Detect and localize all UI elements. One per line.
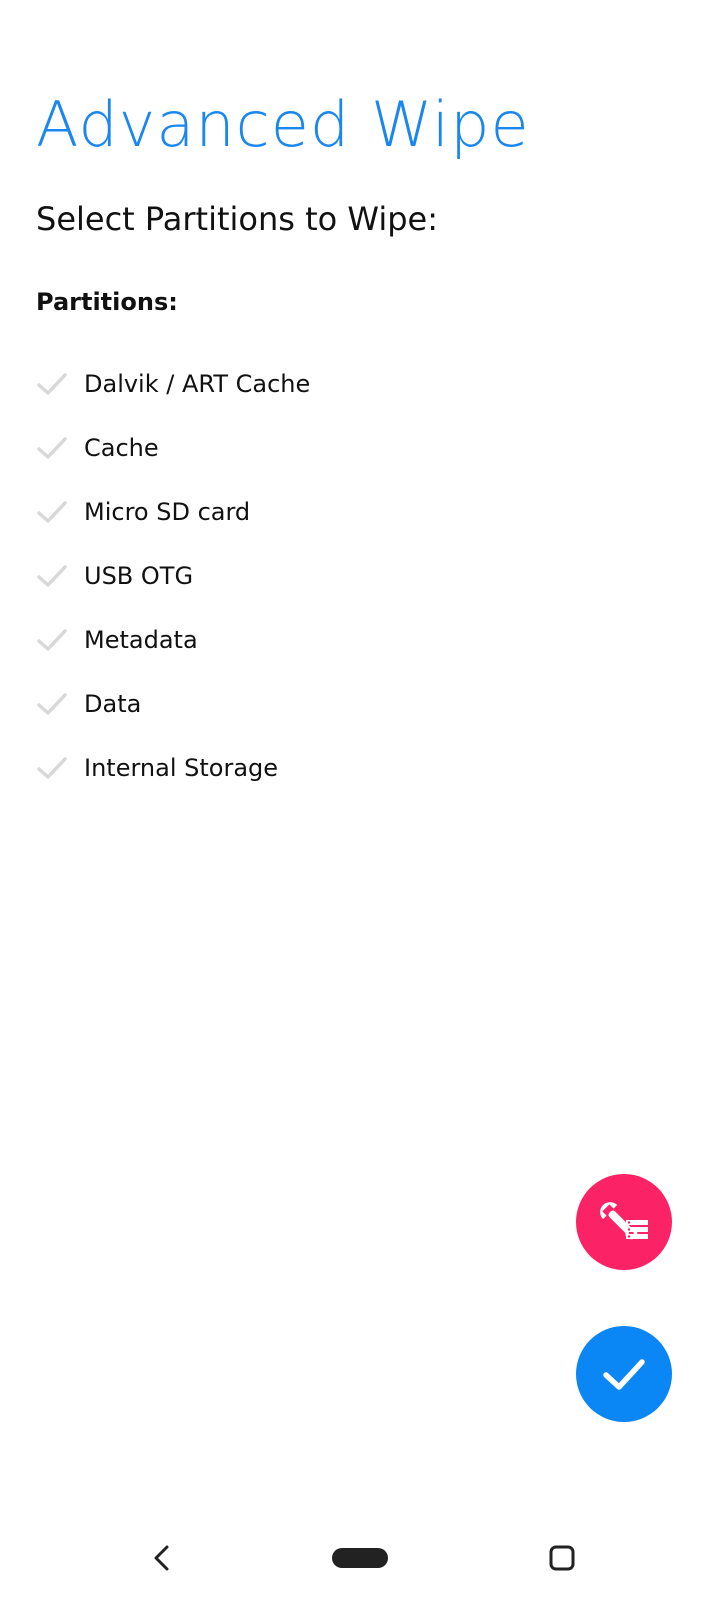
- check-icon[interactable]: [34, 561, 70, 591]
- partition-item-dalvik-art-cache[interactable]: Dalvik / ART Cache: [34, 352, 554, 416]
- page-title: Advanced Wipe: [36, 88, 530, 161]
- partition-list: Dalvik / ART Cache Cache Micro SD card U…: [34, 352, 554, 800]
- partition-item-internal-storage[interactable]: Internal Storage: [34, 736, 554, 800]
- wrench-storage-icon: [596, 1194, 652, 1250]
- partition-label: USB OTG: [84, 562, 194, 590]
- check-icon[interactable]: [34, 753, 70, 783]
- partitions-heading: Partitions:: [36, 288, 178, 316]
- partition-item-micro-sd-card[interactable]: Micro SD card: [34, 480, 554, 544]
- home-pill-icon: [332, 1548, 388, 1572]
- partition-label: Dalvik / ART Cache: [84, 370, 311, 398]
- home-button[interactable]: [328, 1538, 392, 1582]
- check-icon[interactable]: [34, 497, 70, 527]
- back-chevron-icon: [150, 1544, 174, 1576]
- system-navigation-bar: [0, 1520, 720, 1600]
- partition-item-metadata[interactable]: Metadata: [34, 608, 554, 672]
- partition-label: Micro SD card: [84, 498, 251, 526]
- confirm-button[interactable]: [576, 1326, 672, 1422]
- partition-item-data[interactable]: Data: [34, 672, 554, 736]
- partition-label: Metadata: [84, 626, 198, 654]
- partition-item-usb-otg[interactable]: USB OTG: [34, 544, 554, 608]
- partition-label: Internal Storage: [84, 754, 279, 782]
- page-subtitle: Select Partitions to Wipe:: [36, 200, 438, 238]
- check-icon[interactable]: [34, 369, 70, 399]
- tools-button[interactable]: [576, 1174, 672, 1270]
- back-button[interactable]: [140, 1538, 184, 1582]
- partition-label: Cache: [84, 434, 159, 462]
- partition-item-cache[interactable]: Cache: [34, 416, 554, 480]
- check-icon[interactable]: [34, 433, 70, 463]
- check-icon[interactable]: [34, 625, 70, 655]
- recents-square-icon: [549, 1545, 575, 1575]
- checkmark-icon: [596, 1346, 652, 1402]
- partition-label: Data: [84, 690, 142, 718]
- recents-button[interactable]: [540, 1538, 584, 1582]
- check-icon[interactable]: [34, 689, 70, 719]
